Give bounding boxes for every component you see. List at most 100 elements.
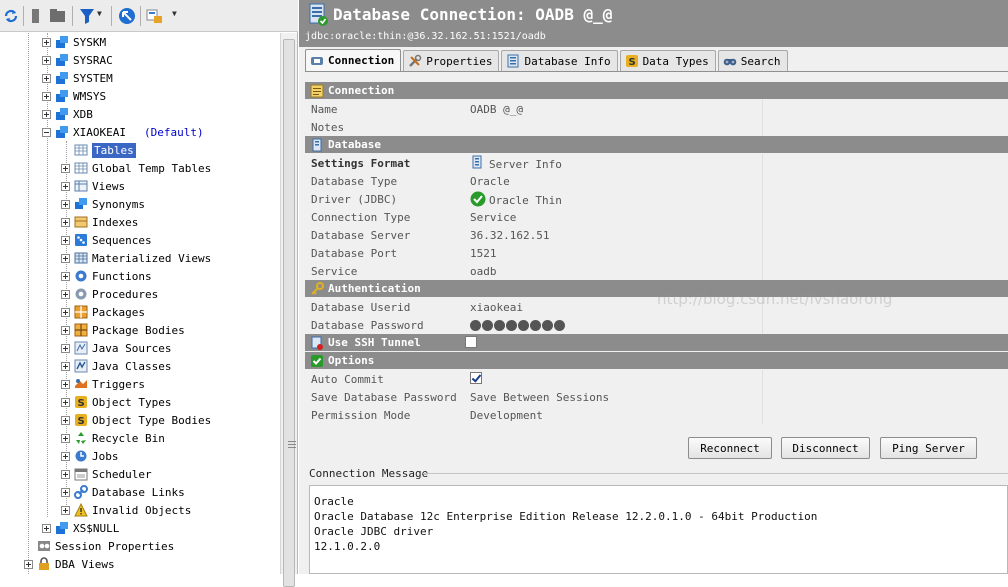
field-driver[interactable]: Driver (JDBC) Oracle Thin — [305, 190, 1008, 208]
tree-item-scheduler[interactable]: Scheduler — [61, 465, 152, 483]
password-value[interactable] — [470, 320, 566, 331]
field-settings-format[interactable]: Settings Format Server Info — [305, 154, 1008, 172]
tree-session-properties[interactable]: Session Properties — [24, 537, 174, 555]
tab-database-info[interactable]: Database Info — [501, 50, 618, 71]
expand-icon[interactable] — [42, 109, 51, 119]
refresh-icon[interactable] — [2, 7, 20, 25]
tree-schema-item[interactable]: WMSYS — [42, 87, 106, 105]
tree-item-database-links[interactable]: Database Links — [61, 483, 185, 501]
field-auto-commit[interactable]: Auto Commit — [305, 370, 1008, 388]
folder-icon[interactable] — [49, 7, 67, 25]
expand-icon[interactable] — [61, 271, 70, 281]
tree-item-procedures[interactable]: Procedures — [61, 285, 158, 303]
tree-item-indexes[interactable]: Indexes — [61, 213, 138, 231]
tree-dba-views[interactable]: DBA Views — [24, 555, 115, 573]
expand-icon[interactable] — [61, 379, 70, 389]
permission-mode-value[interactable]: Development — [470, 409, 543, 422]
schema-dropdown-icon[interactable]: ▼ — [172, 9, 177, 18]
tree-item-jobs[interactable]: Jobs — [61, 447, 119, 465]
expand-icon[interactable] — [42, 55, 51, 65]
expand-icon[interactable] — [61, 307, 70, 317]
tab-connection[interactable]: Connection — [305, 49, 402, 71]
ping-server-button[interactable]: Ping Server — [880, 437, 977, 459]
navigate-icon[interactable] — [118, 7, 136, 25]
save-password-value[interactable]: Save Between Sessions — [470, 391, 609, 404]
field-database-port[interactable]: Database Port 1521 — [305, 244, 1008, 262]
collapse-icon[interactable] — [42, 127, 51, 137]
scrollbar-thumb[interactable] — [283, 39, 296, 587]
tree-item-java-sources[interactable]: Java Sources — [61, 339, 171, 357]
settings-format-value[interactable]: Server Info — [489, 158, 562, 171]
tab-properties[interactable]: Properties — [403, 50, 500, 71]
tree-schema-item[interactable]: XDB — [42, 105, 93, 123]
expand-icon[interactable] — [61, 217, 70, 227]
expand-icon[interactable] — [61, 235, 70, 245]
expand-icon[interactable] — [61, 451, 70, 461]
expand-icon[interactable] — [61, 343, 70, 353]
connection-message-box[interactable]: Oracle Oracle Database 12c Enterprise Ed… — [309, 485, 1008, 574]
tree-schema-item-current[interactable]: XIAOKEAI (Default) — [42, 123, 204, 141]
name-value[interactable]: OADB @_@ — [470, 103, 523, 116]
tree-schema-item[interactable]: SYSRAC — [42, 51, 113, 69]
expand-icon[interactable] — [42, 91, 51, 101]
userid-value[interactable]: xiaokeai — [470, 301, 523, 314]
expand-icon[interactable] — [42, 523, 51, 533]
tree-item-package-bodies[interactable]: Package Bodies — [61, 321, 185, 339]
service-value[interactable]: oadb — [470, 265, 497, 278]
expand-icon[interactable] — [61, 361, 70, 371]
database-server-value[interactable]: 36.32.162.51 — [470, 229, 549, 242]
expand-icon[interactable] — [61, 397, 70, 407]
tree-item-invalid-objects[interactable]: Invalid Objects — [61, 501, 191, 519]
expand-icon[interactable] — [61, 163, 70, 173]
tree-schema-item[interactable]: SYSTEM — [42, 69, 113, 87]
expand-icon[interactable] — [61, 487, 70, 497]
tree-item-packages[interactable]: Packages — [61, 303, 145, 321]
field-password[interactable]: Database Password — [305, 316, 1008, 334]
tree-item-tables[interactable]: Tables — [61, 141, 136, 159]
field-permission-mode[interactable]: Permission Mode Development — [305, 406, 1008, 424]
expand-icon[interactable] — [42, 73, 51, 83]
database-port-value[interactable]: 1521 — [470, 247, 497, 260]
field-service[interactable]: Service oadb — [305, 262, 1008, 280]
field-connection-type[interactable]: Connection Type Service — [305, 208, 1008, 226]
expand-icon[interactable] — [61, 433, 70, 443]
expand-icon[interactable] — [61, 505, 70, 515]
tab-search[interactable]: Search — [717, 50, 788, 71]
expand-icon[interactable] — [61, 325, 70, 335]
tree-item-global-temp-tables[interactable]: Global Temp Tables — [61, 159, 211, 177]
expand-icon[interactable] — [61, 181, 70, 191]
tab-data-types[interactable]: S Data Types — [619, 50, 716, 71]
connection-type-value[interactable]: Service — [470, 211, 516, 224]
tree-item-object-type-bodies[interactable]: S Object Type Bodies — [61, 411, 211, 429]
field-save-password[interactable]: Save Database Password Save Between Sess… — [305, 388, 1008, 406]
expand-icon[interactable] — [61, 199, 70, 209]
ssh-tunnel-checkbox[interactable] — [465, 336, 477, 348]
filter-icon[interactable] — [78, 7, 96, 25]
tree-schema-item[interactable]: SYSKM — [42, 33, 106, 51]
field-database-type[interactable]: Database Type Oracle — [305, 172, 1008, 190]
tree-item-views[interactable]: Views — [61, 177, 125, 195]
new-object-icon[interactable] — [30, 7, 48, 25]
reconnect-button[interactable]: Reconnect — [688, 437, 772, 459]
tree-schema-item[interactable]: XS$NULL — [42, 519, 119, 537]
tree-item-recycle-bin[interactable]: Recycle Bin — [61, 429, 165, 447]
tree-item-java-classes[interactable]: Java Classes — [61, 357, 171, 375]
tree-item-triggers[interactable]: Triggers — [61, 375, 145, 393]
field-database-server[interactable]: Database Server 36.32.162.51 — [305, 226, 1008, 244]
expand-icon[interactable] — [24, 559, 33, 569]
auto-commit-checkbox[interactable] — [470, 372, 482, 384]
database-type-value[interactable]: Oracle — [470, 175, 510, 188]
tree-item-functions[interactable]: Functions — [61, 267, 152, 285]
schema-filter-icon[interactable] — [146, 7, 164, 25]
expand-icon[interactable] — [42, 37, 51, 47]
disconnect-button[interactable]: Disconnect — [781, 437, 870, 459]
tree-item-object-types[interactable]: S Object Types — [61, 393, 171, 411]
filter-dropdown-icon[interactable]: ▼ — [97, 9, 102, 18]
field-name[interactable]: Name OADB @_@ — [305, 100, 1008, 118]
tree-scrollbar[interactable] — [280, 33, 297, 587]
driver-value[interactable]: Oracle Thin — [489, 194, 562, 207]
expand-icon[interactable] — [61, 253, 70, 263]
expand-icon[interactable] — [61, 415, 70, 425]
tree-item-sequences[interactable]: Sequences — [61, 231, 152, 249]
expand-icon[interactable] — [61, 469, 70, 479]
